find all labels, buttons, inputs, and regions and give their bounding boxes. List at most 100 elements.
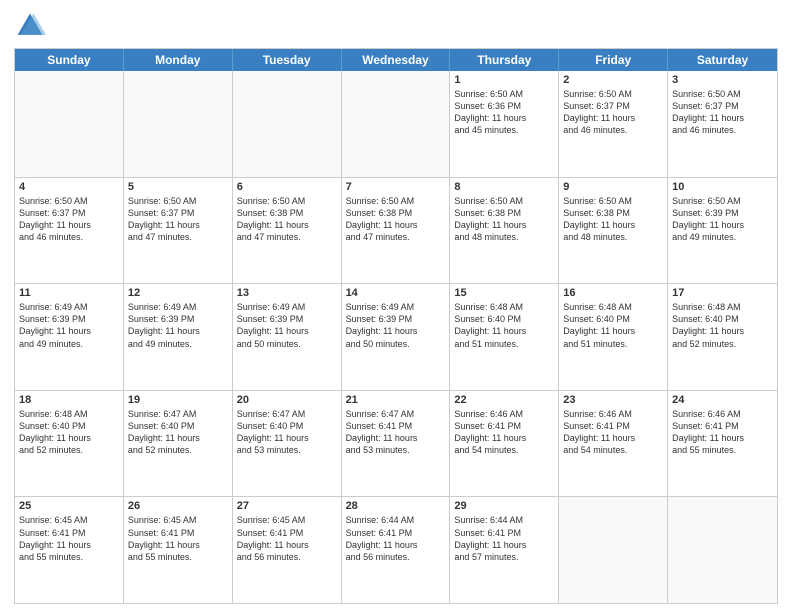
calendar-row: 11 Sunrise: 6:49 AM Sunset: 6:39 PM Dayli… (15, 283, 777, 390)
cell-daylight-info: Sunrise: 6:50 AM Sunset: 6:36 PM Dayligh… (454, 88, 554, 137)
calendar-cell (15, 71, 124, 177)
day-number: 2 (563, 74, 663, 86)
day-number: 12 (128, 287, 228, 299)
day-number: 26 (128, 500, 228, 512)
calendar-cell: 22 Sunrise: 6:46 AM Sunset: 6:41 PM Dayli… (450, 391, 559, 497)
calendar-cell: 6Sunrise: 6:50 AM Sunset: 6:38 PM Daylig… (233, 178, 342, 284)
calendar-cell: 10Sunrise: 6:50 AM Sunset: 6:39 PM Dayli… (668, 178, 777, 284)
cell-daylight-info: Sunrise: 6:48 AM Sunset: 6:40 PM Dayligh… (563, 301, 663, 350)
calendar-cell: 13 Sunrise: 6:49 AM Sunset: 6:39 PM Dayli… (233, 284, 342, 390)
cell-daylight-info: Sunrise: 6:46 AM Sunset: 6:41 PM Dayligh… (672, 408, 773, 457)
calendar-header: SundayMondayTuesdayWednesdayThursdayFrid… (15, 49, 777, 71)
calendar-row: 4 Sunrise: 6:50 AM Sunset: 6:37 PM Daylig… (15, 177, 777, 284)
calendar-row: 1 Sunrise: 6:50 AM Sunset: 6:36 PM Daylig… (15, 71, 777, 177)
day-number: 18 (19, 394, 119, 406)
cell-daylight-info: Sunrise: 6:50 AM Sunset: 6:37 PM Dayligh… (672, 88, 773, 137)
cell-daylight-info: Sunrise: 6:49 AM Sunset: 6:39 PM Dayligh… (128, 301, 228, 350)
day-number: 27 (237, 500, 337, 512)
day-number: 7 (346, 181, 446, 193)
calendar-cell: 12 Sunrise: 6:49 AM Sunset: 6:39 PM Dayli… (124, 284, 233, 390)
calendar-cell: 27 Sunrise: 6:45 AM Sunset: 6:41 PM Dayli… (233, 497, 342, 603)
cell-daylight-info: Sunrise: 6:49 AM Sunset: 6:39 PM Dayligh… (237, 301, 337, 350)
cell-daylight-info: Sunrise: 6:47 AM Sunset: 6:40 PM Dayligh… (237, 408, 337, 457)
day-header-wednesday: Wednesday (342, 49, 451, 71)
calendar-cell: 1 Sunrise: 6:50 AM Sunset: 6:36 PM Daylig… (450, 71, 559, 177)
cell-daylight-info: Sunrise: 6:47 AM Sunset: 6:41 PM Dayligh… (346, 408, 446, 457)
cell-daylight-info: Sunrise: 6:48 AM Sunset: 6:40 PM Dayligh… (19, 408, 119, 457)
day-number: 19 (128, 394, 228, 406)
cell-daylight-info: Sunrise: 6:50 AM Sunset: 6:38 PM Dayligh… (346, 195, 446, 244)
day-header-friday: Friday (559, 49, 668, 71)
calendar-cell (559, 497, 668, 603)
header (14, 10, 778, 42)
day-header-sunday: Sunday (15, 49, 124, 71)
day-number: 16 (563, 287, 663, 299)
calendar-body: 1 Sunrise: 6:50 AM Sunset: 6:36 PM Daylig… (15, 71, 777, 603)
calendar-cell: 16 Sunrise: 6:48 AM Sunset: 6:40 PM Dayli… (559, 284, 668, 390)
calendar-row: 18 Sunrise: 6:48 AM Sunset: 6:40 PM Dayli… (15, 390, 777, 497)
calendar-cell: 11 Sunrise: 6:49 AM Sunset: 6:39 PM Dayli… (15, 284, 124, 390)
day-number: 29 (454, 500, 554, 512)
calendar-cell: 2 Sunrise: 6:50 AM Sunset: 6:37 PM Daylig… (559, 71, 668, 177)
day-number: 13 (237, 287, 337, 299)
cell-daylight-info: Sunrise: 6:49 AM Sunset: 6:39 PM Dayligh… (19, 301, 119, 350)
calendar-cell (124, 71, 233, 177)
day-number: 24 (672, 394, 773, 406)
day-number: 11 (19, 287, 119, 299)
calendar-cell: 26 Sunrise: 6:45 AM Sunset: 6:41 PM Dayli… (124, 497, 233, 603)
cell-daylight-info: Sunrise: 6:50 AM Sunset: 6:37 PM Dayligh… (19, 195, 119, 244)
calendar-cell: 9 Sunrise: 6:50 AM Sunset: 6:38 PM Daylig… (559, 178, 668, 284)
day-header-monday: Monday (124, 49, 233, 71)
cell-daylight-info: Sunrise: 6:50 AM Sunset: 6:38 PM Dayligh… (563, 195, 663, 244)
calendar-cell: 23 Sunrise: 6:46 AM Sunset: 6:41 PM Dayli… (559, 391, 668, 497)
calendar-cell: 14Sunrise: 6:49 AM Sunset: 6:39 PM Dayli… (342, 284, 451, 390)
day-number: 23 (563, 394, 663, 406)
cell-daylight-info: Sunrise: 6:44 AM Sunset: 6:41 PM Dayligh… (454, 514, 554, 563)
day-number: 15 (454, 287, 554, 299)
calendar-cell: 15Sunrise: 6:48 AM Sunset: 6:40 PM Dayli… (450, 284, 559, 390)
calendar-cell: 28 Sunrise: 6:44 AM Sunset: 6:41 PM Dayli… (342, 497, 451, 603)
page: SundayMondayTuesdayWednesdayThursdayFrid… (0, 0, 792, 612)
day-number: 1 (454, 74, 554, 86)
day-number: 17 (672, 287, 773, 299)
calendar-cell: 29 Sunrise: 6:44 AM Sunset: 6:41 PM Dayli… (450, 497, 559, 603)
cell-daylight-info: Sunrise: 6:50 AM Sunset: 6:37 PM Dayligh… (563, 88, 663, 137)
calendar-cell (342, 71, 451, 177)
day-number: 20 (237, 394, 337, 406)
calendar-cell: 19Sunrise: 6:47 AM Sunset: 6:40 PM Dayli… (124, 391, 233, 497)
cell-daylight-info: Sunrise: 6:50 AM Sunset: 6:37 PM Dayligh… (128, 195, 228, 244)
calendar-cell: 20 Sunrise: 6:47 AM Sunset: 6:40 PM Dayli… (233, 391, 342, 497)
logo-icon (14, 10, 46, 42)
day-number: 5 (128, 181, 228, 193)
day-number: 6 (237, 181, 337, 193)
calendar-cell: 3 Sunrise: 6:50 AM Sunset: 6:37 PM Daylig… (668, 71, 777, 177)
day-number: 21 (346, 394, 446, 406)
day-number: 3 (672, 74, 773, 86)
calendar-cell (668, 497, 777, 603)
cell-daylight-info: Sunrise: 6:44 AM Sunset: 6:41 PM Dayligh… (346, 514, 446, 563)
calendar-cell: 24 Sunrise: 6:46 AM Sunset: 6:41 PM Dayli… (668, 391, 777, 497)
day-number: 22 (454, 394, 554, 406)
day-number: 25 (19, 500, 119, 512)
day-number: 4 (19, 181, 119, 193)
day-number: 8 (454, 181, 554, 193)
cell-daylight-info: Sunrise: 6:45 AM Sunset: 6:41 PM Dayligh… (128, 514, 228, 563)
day-header-thursday: Thursday (450, 49, 559, 71)
logo (14, 10, 50, 42)
day-header-tuesday: Tuesday (233, 49, 342, 71)
calendar-row: 25 Sunrise: 6:45 AM Sunset: 6:41 PM Dayli… (15, 496, 777, 603)
cell-daylight-info: Sunrise: 6:50 AM Sunset: 6:39 PM Dayligh… (672, 195, 773, 244)
cell-daylight-info: Sunrise: 6:50 AM Sunset: 6:38 PM Dayligh… (454, 195, 554, 244)
day-number: 9 (563, 181, 663, 193)
cell-daylight-info: Sunrise: 6:46 AM Sunset: 6:41 PM Dayligh… (454, 408, 554, 457)
cell-daylight-info: Sunrise: 6:48 AM Sunset: 6:40 PM Dayligh… (672, 301, 773, 350)
day-header-saturday: Saturday (668, 49, 777, 71)
calendar: SundayMondayTuesdayWednesdayThursdayFrid… (14, 48, 778, 604)
day-number: 14 (346, 287, 446, 299)
day-number: 28 (346, 500, 446, 512)
calendar-cell: 18 Sunrise: 6:48 AM Sunset: 6:40 PM Dayli… (15, 391, 124, 497)
calendar-cell: 17 Sunrise: 6:48 AM Sunset: 6:40 PM Dayli… (668, 284, 777, 390)
calendar-cell: 8 Sunrise: 6:50 AM Sunset: 6:38 PM Daylig… (450, 178, 559, 284)
cell-daylight-info: Sunrise: 6:46 AM Sunset: 6:41 PM Dayligh… (563, 408, 663, 457)
cell-daylight-info: Sunrise: 6:45 AM Sunset: 6:41 PM Dayligh… (237, 514, 337, 563)
